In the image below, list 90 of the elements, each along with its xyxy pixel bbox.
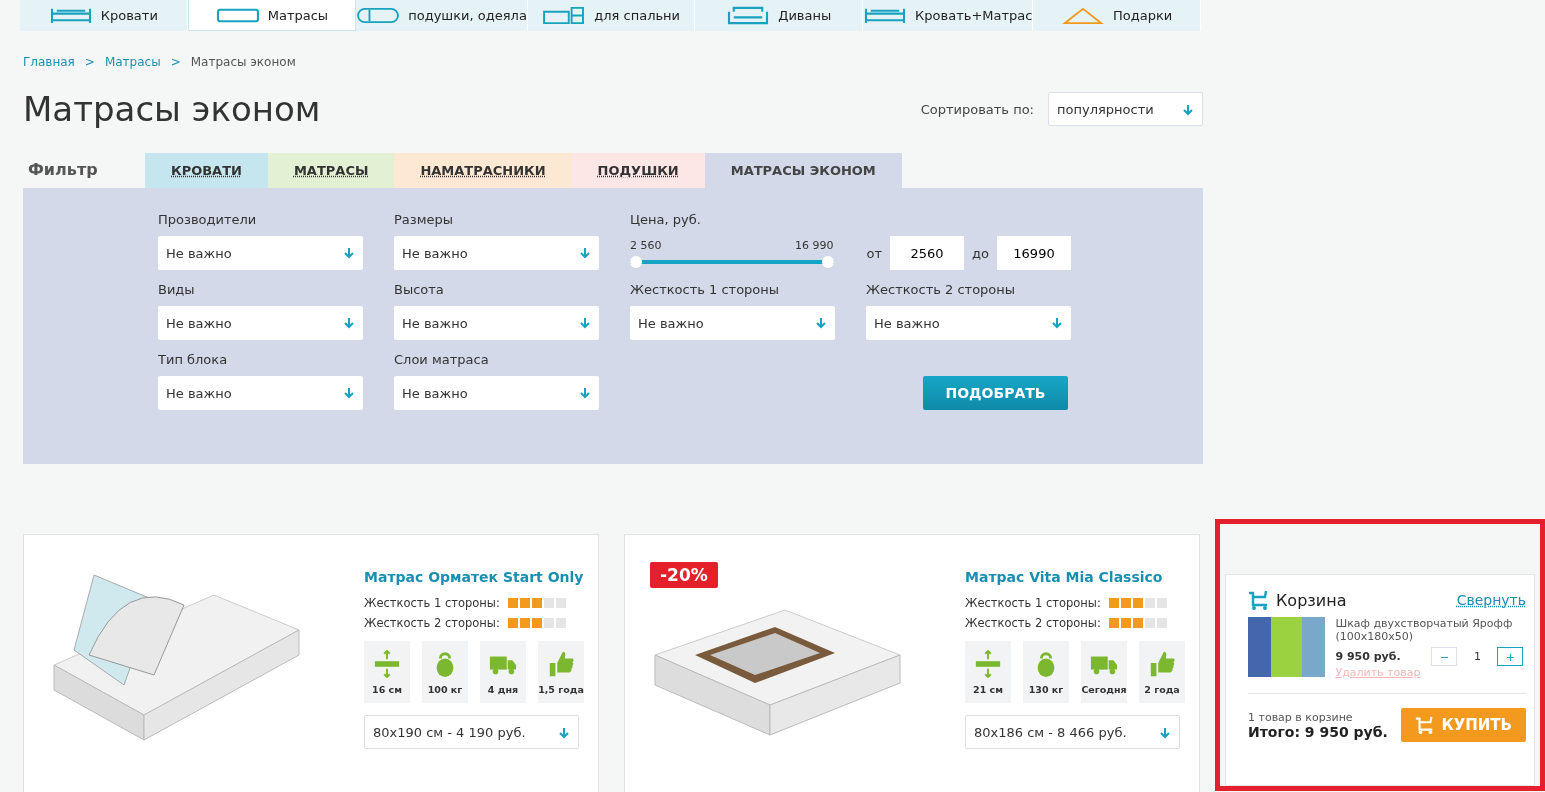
filter-tab[interactable]: МАТРАСЫ xyxy=(267,153,395,188)
select-field[interactable]: Не важно xyxy=(394,376,599,410)
hardness-label: Жесткость 2 стороны: xyxy=(965,616,1101,630)
down-arrow-icon xyxy=(343,247,355,259)
down-arrow-icon xyxy=(579,387,591,399)
down-arrow-icon xyxy=(343,317,355,329)
filter-tab[interactable]: КРОВАТИ xyxy=(145,153,268,188)
down-arrow-icon xyxy=(1159,727,1171,739)
filter-label: Размеры xyxy=(394,212,455,229)
nav-tab[interactable]: Кровать+Матрас xyxy=(863,0,1034,31)
dresser-icon xyxy=(542,6,587,25)
down-arrow-icon xyxy=(579,317,591,329)
sofa-icon xyxy=(726,6,771,25)
down-arrow-icon xyxy=(815,317,827,329)
cart-total: Итого: 9 950 руб. xyxy=(1248,723,1388,740)
feature-label: 100 кг xyxy=(427,683,463,695)
page-title: Матрасы эконом xyxy=(23,89,321,129)
hardness-label: Жесткость 1 стороны: xyxy=(965,596,1101,610)
select-field[interactable]: Не важно xyxy=(158,376,363,410)
filter-tab[interactable]: МАТРАСЫ ЭКОНОМ xyxy=(704,153,902,188)
to-label: до xyxy=(972,245,989,261)
feature-label: 2 года xyxy=(1144,683,1180,695)
nav-tab[interactable]: Подарки xyxy=(1033,0,1201,31)
filter-label: Жесткость 2 стороны xyxy=(866,282,1017,299)
thumbs-up-icon xyxy=(547,649,575,678)
nav-tab[interactable]: Диваны xyxy=(695,0,864,31)
price-from-field[interactable]: 2560 xyxy=(890,236,965,270)
nav-tab[interactable]: подушки, одеяла xyxy=(356,0,528,31)
feature-label: 21 см xyxy=(973,683,1003,695)
select-field[interactable]: Не важно xyxy=(394,306,599,340)
breadcrumb-current: Матрасы эконом xyxy=(190,55,296,69)
breadcrumb-link[interactable]: Матрасы xyxy=(104,55,161,69)
thumbs-up-icon xyxy=(1148,649,1176,678)
nav-tab[interactable]: Кровати xyxy=(20,0,188,31)
product-name-link[interactable]: Матрас Орматек Start Only xyxy=(364,569,584,585)
filter-label: Цена, руб. xyxy=(630,212,702,229)
select-field[interactable]: Не важно xyxy=(630,306,835,340)
pillow-icon xyxy=(356,6,401,25)
feature-label: Сегодня xyxy=(1081,683,1127,695)
filter-label: Высота xyxy=(394,282,445,299)
size-select[interactable]: 80x190 см - 4 190 руб. xyxy=(364,715,579,749)
select-field[interactable]: Не важно xyxy=(158,306,363,340)
nav-tab[interactable]: для спальни xyxy=(527,0,696,31)
down-arrow-icon xyxy=(579,247,591,259)
filter-label: Прозводители xyxy=(158,212,258,229)
sort-dropdown[interactable]: популярности xyxy=(1048,92,1203,126)
down-arrow-icon xyxy=(343,387,355,399)
collapse-link[interactable]: Свернуть xyxy=(1456,592,1526,608)
select-field[interactable]: Не важно xyxy=(158,236,363,270)
breadcrumb-separator: > xyxy=(170,55,181,69)
feature-label: 1,5 года xyxy=(538,683,584,695)
bed-icon xyxy=(863,6,908,25)
cart-count: 1 товар в корзине xyxy=(1248,710,1354,724)
sort-label: Сортировать по: xyxy=(920,101,1034,117)
slider-max-label: 16 990 xyxy=(795,238,834,252)
cart-title: Корзина xyxy=(1276,590,1347,610)
feature-label: 16 см xyxy=(372,683,402,695)
hardness-label: Жесткость 2 стороны: xyxy=(364,616,500,630)
filter-label: Жесткость 1 стороны xyxy=(630,282,781,299)
filter-tab[interactable]: НАМАТРАСНИКИ xyxy=(394,153,572,188)
filter-label: Фильтр xyxy=(27,160,99,181)
filter-label: Тип блока xyxy=(158,352,229,369)
discount-badge: -20% xyxy=(650,562,718,588)
down-arrow-icon xyxy=(1182,104,1194,116)
nav-tab[interactable]: Матрасы xyxy=(187,0,357,31)
gift-icon xyxy=(1061,6,1106,25)
cart-item-name: Шкаф двухстворчатый Ярофф (100x180x50) xyxy=(1335,617,1514,643)
feature-label: 4 дня xyxy=(487,683,519,695)
height-icon xyxy=(373,649,401,678)
quantity-value: 1 xyxy=(1472,650,1482,663)
cart-icon xyxy=(1248,589,1270,611)
down-arrow-icon xyxy=(1051,317,1063,329)
filter-tab[interactable]: ПОДУШКИ xyxy=(571,153,705,188)
bed-icon xyxy=(48,6,93,25)
breadcrumb-separator: > xyxy=(84,55,95,69)
down-arrow-icon xyxy=(558,727,570,739)
from-label: от xyxy=(866,245,883,261)
breadcrumb-link[interactable]: Главная xyxy=(23,55,75,69)
slider-min-label: 2 560 xyxy=(630,238,662,252)
select-field[interactable]: Не важно xyxy=(394,236,599,270)
price-to-field[interactable]: 16990 xyxy=(997,236,1071,270)
product-name-link[interactable]: Матрас Vita Mia Classico xyxy=(965,569,1185,585)
select-field[interactable]: Не важно xyxy=(866,306,1071,340)
filter-label: Виды xyxy=(158,282,196,299)
cart-item-price: 9 950 руб. xyxy=(1335,650,1402,663)
size-select[interactable]: 80x186 см - 8 466 руб. xyxy=(965,715,1180,749)
height-icon xyxy=(974,649,1002,678)
feature-label: 130 кг xyxy=(1028,683,1064,695)
filter-label: Слои матраса xyxy=(394,352,490,369)
hardness-label: Жесткость 1 стороны: xyxy=(364,596,500,610)
